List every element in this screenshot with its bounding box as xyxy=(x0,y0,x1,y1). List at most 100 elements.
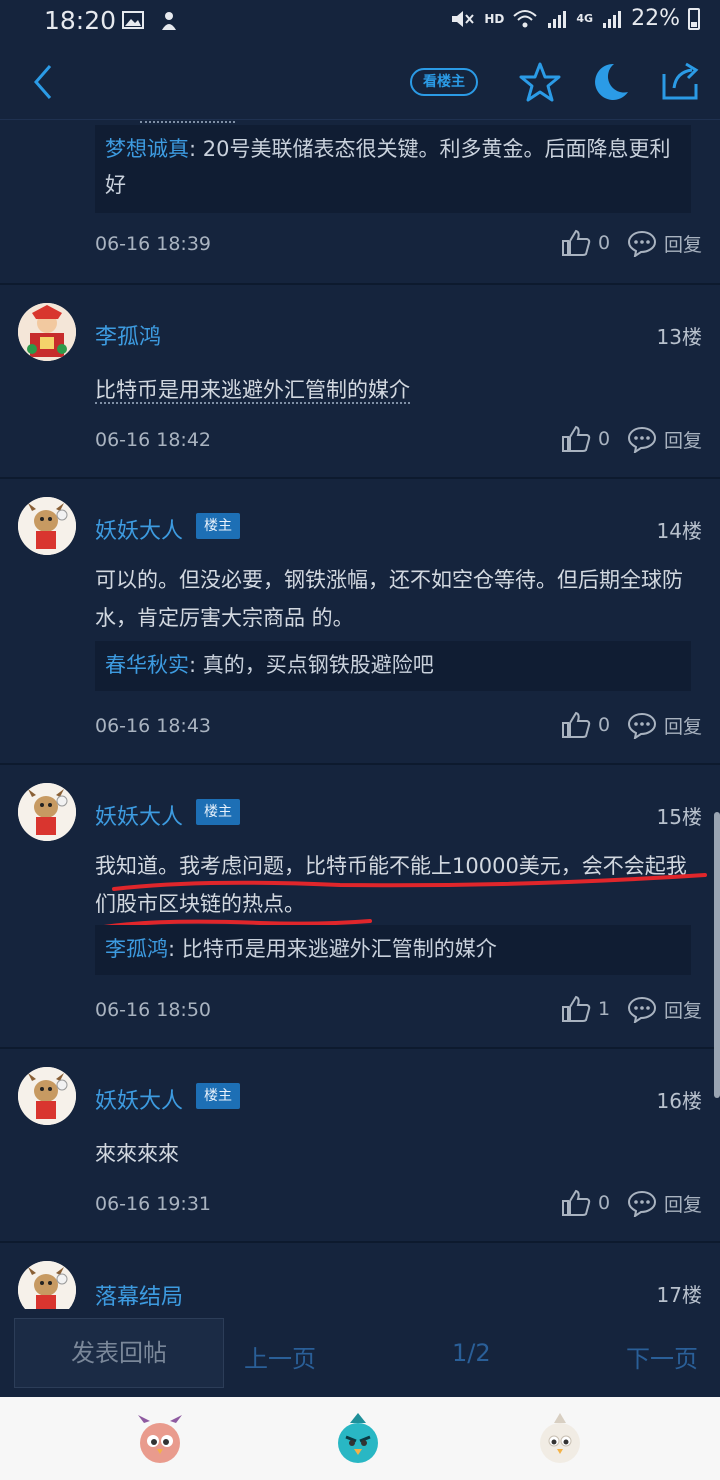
owner-badge: 楼主 xyxy=(196,799,240,825)
quote-block: 春华秋实: 真的，买点钢铁股避险吧 xyxy=(95,641,691,691)
post-text: 可以的。但没必要，钢铁涨幅，还不如空仓等待。但后期全球防水，肯定厉害大宗商品 的… xyxy=(95,568,683,630)
reply-label: 回复 xyxy=(664,999,703,1022)
post-time: 06-16 18:43 xyxy=(95,715,212,737)
post-list: 梦想诚真: 20号美联储表态很关键。利多黄金。后面降息更利好 06-16 18:… xyxy=(0,121,720,1309)
notification-icon xyxy=(162,12,176,30)
status-time: 18:20 xyxy=(44,6,117,35)
scrollbar[interactable] xyxy=(714,812,720,1098)
signal-icon-2 xyxy=(603,10,622,28)
comment-icon xyxy=(627,230,657,257)
like-button[interactable]: 0 xyxy=(560,711,610,739)
bottom-dock xyxy=(0,1397,720,1480)
thumbs-up-icon xyxy=(562,229,591,256)
avatar[interactable] xyxy=(18,1261,76,1309)
white-bird-icon[interactable] xyxy=(530,1409,590,1469)
hd-label: HD xyxy=(484,11,505,26)
floor-number: 15楼 xyxy=(656,805,702,829)
like-button[interactable]: 1 xyxy=(560,995,610,1023)
star-icon[interactable] xyxy=(518,60,562,104)
quote-block: 李孤鸿: 比特币是用来逃避外汇管制的媒介 xyxy=(95,925,691,975)
like-count: 0 xyxy=(598,1192,611,1214)
username[interactable]: 落幕结局 xyxy=(95,1279,183,1309)
username[interactable]: 妖妖大人 xyxy=(95,1083,183,1115)
gallery-icon xyxy=(122,11,144,29)
back-icon[interactable] xyxy=(24,60,64,104)
reply-button[interactable]: 回复 xyxy=(626,425,702,453)
signal-type-label: 4G xyxy=(576,12,594,25)
avatar-image xyxy=(18,303,76,361)
post-floor-15: 妖妖大人 楼主 15楼 我知道。我考虑问题，比特币能不能上10000美元，会不会… xyxy=(0,765,720,1049)
reply-label: 回复 xyxy=(664,1193,703,1216)
next-page-button[interactable]: 下一页 xyxy=(626,1339,698,1374)
teal-bird-icon[interactable] xyxy=(328,1409,388,1469)
quote-block: 梦想诚真: 20号美联储表态很关键。利多黄金。后面降息更利好 xyxy=(95,125,691,213)
post-floor-17: 落幕结局 17楼 xyxy=(0,1243,720,1309)
quote-text: : 比特币是用来逃避外汇管制的媒介 xyxy=(168,937,497,961)
post-reply-button[interactable]: 发表回帖 xyxy=(14,1318,224,1388)
quote-text: : 20号美联储表态很关键。利多黄金。后面降息更利好 xyxy=(105,137,671,197)
like-count: 0 xyxy=(598,714,611,736)
reply-label: 回复 xyxy=(664,233,703,256)
reply-label: 回复 xyxy=(664,715,703,738)
like-button[interactable]: 0 xyxy=(560,229,610,257)
view-owner-only-button[interactable]: 看楼主 xyxy=(410,68,478,96)
thumbs-up-icon xyxy=(562,425,591,452)
username[interactable]: 妖妖大人 xyxy=(95,799,183,831)
signal-icon xyxy=(548,10,567,28)
comment-icon xyxy=(627,1190,657,1217)
like-button[interactable]: 0 xyxy=(560,1189,610,1217)
reply-label: 回复 xyxy=(664,429,703,452)
thumbs-up-icon xyxy=(562,1189,591,1216)
avatar[interactable] xyxy=(18,303,76,361)
like-button[interactable]: 0 xyxy=(560,425,610,453)
post-text-body: 比特币是用来逃避外汇管制的媒介 xyxy=(95,378,410,404)
username[interactable]: 李孤鸿 xyxy=(95,319,161,351)
reply-button[interactable]: 回复 xyxy=(626,711,702,739)
avatar-image xyxy=(18,497,76,555)
username[interactable]: 妖妖大人 xyxy=(95,513,183,545)
floor-number: 16楼 xyxy=(656,1089,702,1113)
nav-bar: 看楼主 xyxy=(0,44,720,120)
avatar[interactable] xyxy=(18,497,76,555)
floor-number: 17楼 xyxy=(656,1283,702,1307)
owner-badge: 楼主 xyxy=(196,1083,240,1109)
avatar-image xyxy=(18,783,76,841)
like-count: 0 xyxy=(598,428,611,450)
pink-bird-icon[interactable] xyxy=(130,1409,190,1469)
post-text: 比特币是用来逃避外汇管制的媒介 xyxy=(95,371,707,409)
post-previous-partial: 梦想诚真: 20号美联储表态很关键。利多黄金。后面降息更利好 06-16 18:… xyxy=(0,121,720,285)
bottom-bar: 发表回帖 上一页 1/2 下一页 xyxy=(0,1309,720,1397)
avatar-image xyxy=(18,1067,76,1125)
thumbs-up-icon xyxy=(562,995,591,1022)
wifi-icon xyxy=(513,9,538,27)
page-indicator[interactable]: 1/2 xyxy=(452,1339,491,1367)
battery-icon xyxy=(688,7,700,30)
status-icons-left xyxy=(122,10,180,32)
floor-number: 13楼 xyxy=(656,325,702,349)
post-floor-16: 妖妖大人 楼主 16楼 來來來來 06-16 19:31 0 回复 xyxy=(0,1049,720,1243)
share-icon[interactable] xyxy=(658,60,702,104)
post-time: 06-16 18:42 xyxy=(95,429,212,451)
comment-icon xyxy=(627,712,657,739)
avatar-image xyxy=(18,1261,76,1309)
post-time: 06-16 18:39 xyxy=(95,233,212,255)
post-time: 06-16 18:50 xyxy=(95,999,212,1021)
battery-percent: 22% xyxy=(631,6,680,31)
avatar[interactable] xyxy=(18,783,76,841)
prev-page-button[interactable]: 上一页 xyxy=(244,1339,316,1374)
reply-button[interactable]: 回复 xyxy=(626,995,702,1023)
post-floor-13: 李孤鸿 13楼 比特币是用来逃避外汇管制的媒介 06-16 18:42 0 回复 xyxy=(0,285,720,479)
quote-author[interactable]: 李孤鸿 xyxy=(105,937,168,961)
status-icons-right: HD 4G 22% xyxy=(450,6,700,31)
floor-number: 14楼 xyxy=(656,519,702,543)
comment-icon xyxy=(627,426,657,453)
night-mode-icon[interactable] xyxy=(588,60,632,104)
status-bar: 18:20 HD 4G 22% xyxy=(0,0,720,44)
quote-author[interactable]: 梦想诚真 xyxy=(105,137,189,161)
thumbs-up-icon xyxy=(562,711,591,738)
mute-icon xyxy=(452,10,475,27)
reply-button[interactable]: 回复 xyxy=(626,229,702,257)
reply-button[interactable]: 回复 xyxy=(626,1189,702,1217)
quote-author[interactable]: 春华秋实 xyxy=(105,653,189,677)
avatar[interactable] xyxy=(18,1067,76,1125)
